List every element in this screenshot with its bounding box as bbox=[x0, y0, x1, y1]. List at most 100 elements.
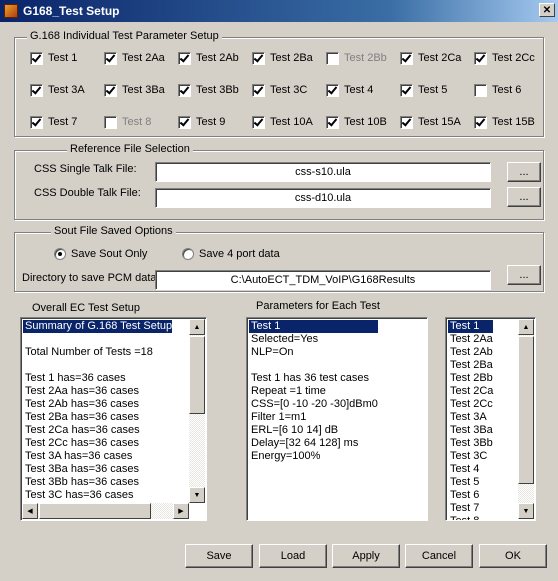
list-item[interactable]: Test 2Cc has=36 cases bbox=[23, 437, 172, 450]
test-checkbox[interactable]: Test 2Ca bbox=[400, 51, 461, 65]
save-4port-radio[interactable]: Save 4 port data bbox=[182, 248, 280, 260]
list-item[interactable]: Test 1 has=36 cases bbox=[23, 372, 172, 385]
list-item[interactable]: Test 8 bbox=[448, 515, 493, 520]
overall-listbox[interactable]: Summary of G.168 Test Setup Total Number … bbox=[20, 317, 207, 521]
test-checkbox[interactable]: Test 6 bbox=[474, 83, 521, 97]
list-item[interactable]: Test 2Aa has=36 cases bbox=[23, 385, 172, 398]
test-list-vscroll-thumb[interactable] bbox=[518, 336, 534, 484]
list-item[interactable]: Test 2Aa bbox=[448, 333, 493, 346]
list-item[interactable]: Summary of G.168 Test Setup bbox=[23, 320, 173, 333]
list-item[interactable]: Test 3Ba bbox=[448, 424, 493, 437]
list-item[interactable]: Delay=[32 64 128] ms bbox=[249, 437, 378, 450]
list-item[interactable]: Test 2Ca bbox=[448, 385, 493, 398]
test-checkbox[interactable]: Test 4 bbox=[326, 83, 373, 97]
list-item[interactable]: NLP=On bbox=[249, 346, 378, 359]
test-checkbox[interactable]: Test 3A bbox=[30, 83, 85, 97]
test-checkbox-label: Test 10A bbox=[270, 116, 313, 128]
test-checkbox[interactable]: Test 15B bbox=[474, 115, 535, 129]
test-checkbox-label: Test 2Ca bbox=[418, 52, 462, 64]
scroll-up-icon[interactable]: ▲ bbox=[189, 319, 205, 335]
scroll-down-icon[interactable]: ▼ bbox=[189, 487, 205, 503]
directory-label: Directory to save PCM data: bbox=[22, 272, 160, 284]
list-item[interactable]: CSS=[0 -10 -20 -30]dBm0 bbox=[249, 398, 378, 411]
test-checkbox[interactable]: Test 3Ba bbox=[104, 83, 165, 97]
overall-hscroll-thumb[interactable] bbox=[39, 503, 151, 519]
list-item[interactable] bbox=[23, 359, 172, 372]
ok-button[interactable]: OK bbox=[479, 544, 547, 568]
scroll-up-icon[interactable]: ▲ bbox=[518, 319, 534, 335]
checkbox-box bbox=[252, 115, 265, 129]
cancel-button[interactable]: Cancel bbox=[405, 544, 473, 568]
test-checkbox[interactable]: Test 15A bbox=[400, 115, 461, 129]
test-listbox[interactable]: Test 1 Test 2Aa Test 2Ab Test 2Ba Test 2Bb Te… bbox=[445, 317, 536, 521]
list-item[interactable]: Test 2Ca has=36 cases bbox=[23, 424, 172, 437]
list-item[interactable]: Test 2Ab has=36 cases bbox=[23, 398, 172, 411]
test-checkbox[interactable]: Test 3C bbox=[252, 83, 307, 97]
list-item[interactable]: Test 3Bb has=36 cases bbox=[23, 476, 172, 489]
directory-browse-button[interactable]: ... bbox=[507, 265, 541, 285]
list-item[interactable]: Test 4 bbox=[448, 463, 493, 476]
scroll-left-icon[interactable]: ◀ bbox=[22, 503, 38, 519]
sout-title: Sout File Saved Options bbox=[51, 225, 176, 237]
save-sout-only-radio[interactable]: Save Sout Only bbox=[54, 248, 147, 260]
test-checkbox[interactable]: Test 7 bbox=[30, 115, 77, 129]
list-item[interactable]: Test 2Ba bbox=[448, 359, 493, 372]
reference-group: Reference File Selection bbox=[14, 143, 544, 220]
checkbox-box bbox=[326, 115, 339, 129]
list-item[interactable]: Repeat =1 time bbox=[249, 385, 378, 398]
list-item[interactable]: Test 2Cc bbox=[448, 398, 493, 411]
list-item[interactable]: Test 7 bbox=[448, 502, 493, 515]
list-item[interactable]: Test 1 bbox=[448, 320, 494, 333]
list-item[interactable]: Total Number of Tests =18 bbox=[23, 346, 172, 359]
list-item[interactable]: Test 3Bb bbox=[448, 437, 493, 450]
list-item[interactable]: Test 6 bbox=[448, 489, 493, 502]
list-item[interactable]: Filter 1=m1 bbox=[249, 411, 378, 424]
test-checkbox[interactable]: Test 2Aa bbox=[104, 51, 165, 65]
single-talk-browse-button[interactable]: ... bbox=[507, 162, 541, 182]
list-item[interactable]: Test 2Bb bbox=[448, 372, 493, 385]
list-item[interactable]: Test 1 has 36 test cases bbox=[249, 372, 378, 385]
list-item[interactable]: Test 3C bbox=[448, 450, 493, 463]
list-item[interactable]: Test 3A has=36 cases bbox=[23, 450, 172, 463]
checkbox-box bbox=[178, 115, 191, 129]
test-list-vscrollbar[interactable]: ▲ ▼ bbox=[518, 319, 534, 519]
list-item[interactable]: Test 1 bbox=[249, 320, 378, 333]
list-item[interactable]: Test 5 bbox=[448, 476, 493, 489]
list-item[interactable] bbox=[23, 333, 172, 346]
overall-vscrollbar[interactable]: ▲ ▼ bbox=[189, 319, 205, 503]
test-checkbox[interactable]: Test 2Ba bbox=[252, 51, 313, 65]
params-listbox[interactable]: Test 1 Selected=Yes NLP=On Test 1 has 36 te… bbox=[246, 317, 428, 521]
save-button[interactable]: Save bbox=[185, 544, 253, 568]
list-item[interactable]: Test 3Ba has=36 cases bbox=[23, 463, 172, 476]
list-item[interactable]: Selected=Yes bbox=[249, 333, 378, 346]
double-talk-field[interactable]: css-d10.ula bbox=[155, 188, 491, 208]
title-bar: G168_Test Setup ✕ bbox=[0, 0, 558, 22]
list-item[interactable] bbox=[249, 359, 378, 372]
single-talk-field[interactable]: css-s10.ula bbox=[155, 162, 491, 182]
scroll-down-icon[interactable]: ▼ bbox=[518, 503, 534, 519]
list-item[interactable]: Test 3C has=36 cases bbox=[23, 489, 172, 502]
test-checkbox[interactable]: Test 10A bbox=[252, 115, 313, 129]
overall-hscrollbar[interactable]: ◀ ▶ bbox=[22, 503, 189, 519]
scroll-right-icon[interactable]: ▶ bbox=[173, 503, 189, 519]
overall-vscroll-thumb[interactable] bbox=[189, 336, 205, 414]
test-checkbox[interactable]: Test 2Ab bbox=[178, 51, 239, 65]
test-checkbox[interactable]: Test 3Bb bbox=[178, 83, 239, 97]
directory-field[interactable]: C:\AutoECT_TDM_VoIP\G168Results bbox=[155, 270, 491, 290]
apply-button[interactable]: Apply bbox=[332, 544, 400, 568]
list-item[interactable]: Test 3A bbox=[448, 411, 493, 424]
test-checkbox[interactable]: Test 5 bbox=[400, 83, 447, 97]
double-talk-browse-button[interactable]: ... bbox=[507, 187, 541, 207]
list-item[interactable]: Test 2Ba has=36 cases bbox=[23, 411, 172, 424]
close-icon[interactable]: ✕ bbox=[539, 3, 555, 17]
test-checkbox-label: Test 15A bbox=[418, 116, 461, 128]
list-item[interactable]: ERL=[6 10 14] dB bbox=[249, 424, 378, 437]
load-button[interactable]: Load bbox=[259, 544, 327, 568]
test-checkbox[interactable]: Test 2Cc bbox=[474, 51, 535, 65]
list-item[interactable]: Test 2Ab bbox=[448, 346, 493, 359]
test-checkbox[interactable]: Test 10B bbox=[326, 115, 387, 129]
test-checkbox[interactable]: Test 9 bbox=[178, 115, 225, 129]
test-checkbox[interactable]: Test 1 bbox=[30, 51, 77, 65]
list-item[interactable]: Energy=100% bbox=[249, 450, 378, 463]
checkbox-box bbox=[326, 83, 339, 97]
